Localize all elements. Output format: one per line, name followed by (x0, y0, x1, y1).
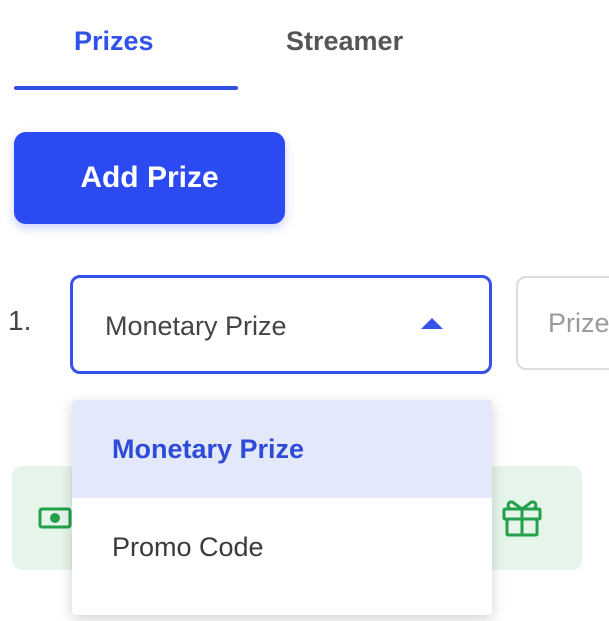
option-monetary-prize[interactable]: Monetary Prize (72, 400, 492, 498)
add-prize-button[interactable]: Add Prize (14, 132, 285, 224)
option-promo-code[interactable]: Promo Code (72, 498, 492, 596)
prize-type-select[interactable]: Monetary Prize (70, 275, 492, 374)
prize-row-number: 1. (8, 305, 32, 336)
gift-icon (500, 496, 544, 540)
money-icon (38, 506, 72, 530)
tab-prizes[interactable]: Prizes (74, 26, 154, 57)
tab-streamer[interactable]: Streamer (286, 26, 403, 57)
prize-type-dropdown-menu: Monetary Prize Promo Code (72, 400, 492, 615)
active-tab-indicator (14, 86, 238, 90)
tab-bar: Prizes Streamer (14, 0, 609, 92)
caret-up-icon (421, 318, 443, 329)
prize-type-select-value: Monetary Prize (105, 311, 287, 341)
prize-value-input[interactable] (516, 276, 609, 370)
